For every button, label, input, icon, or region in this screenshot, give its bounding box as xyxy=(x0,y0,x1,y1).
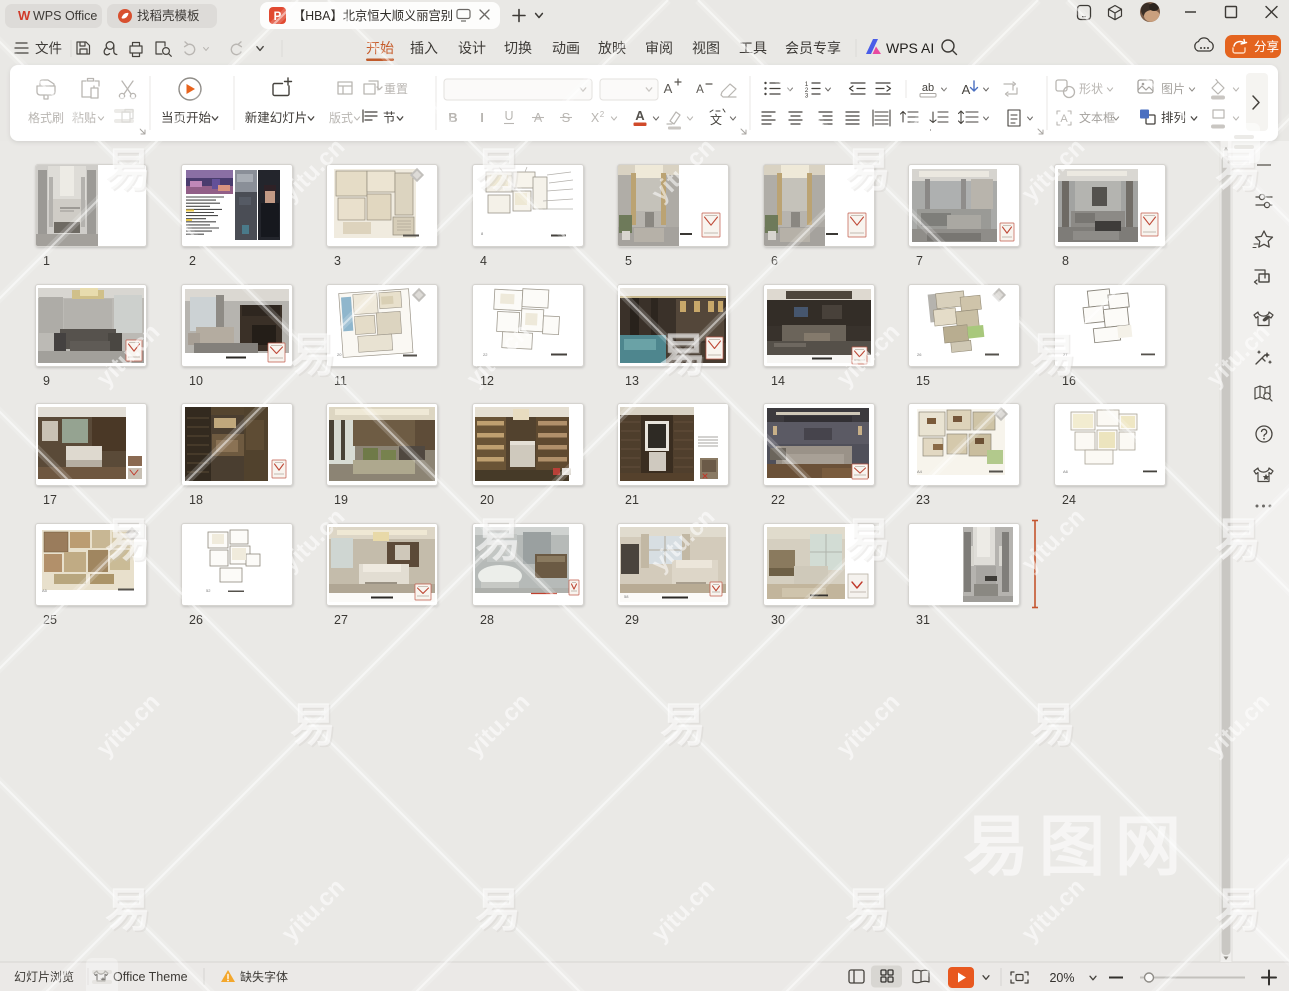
svg-text:A: A xyxy=(696,84,704,96)
svg-text:易: 易 xyxy=(290,329,336,381)
svg-text:设计: 设计 xyxy=(458,40,486,56)
svg-text:28: 28 xyxy=(480,613,494,627)
svg-text:WPS Office: WPS Office xyxy=(33,9,97,23)
svg-text:52: 52 xyxy=(206,588,211,593)
svg-text:58: 58 xyxy=(624,594,629,599)
svg-text:找稻壳模板: 找稻壳模板 xyxy=(137,9,200,23)
svg-text:8: 8 xyxy=(1062,254,1069,268)
svg-text:20%: 20% xyxy=(1049,971,1074,985)
svg-text:A5: A5 xyxy=(42,588,48,593)
svg-text:缺失字体: 缺失字体 xyxy=(240,969,288,984)
svg-text:5: 5 xyxy=(625,254,632,268)
svg-text:20: 20 xyxy=(337,352,342,357)
svg-text:26: 26 xyxy=(917,352,922,357)
svg-text:易: 易 xyxy=(475,884,521,936)
svg-text:【HBA】北京恒大顺义丽宫别: 【HBA】北京恒大顺义丽宫别 xyxy=(293,8,453,23)
svg-text:易: 易 xyxy=(105,514,151,566)
svg-text:A: A xyxy=(1060,113,1068,125)
svg-text:X: X xyxy=(591,111,600,125)
svg-text:易: 易 xyxy=(845,884,891,936)
svg-text:A: A xyxy=(664,81,673,96)
svg-text:13: 13 xyxy=(625,374,639,388)
svg-text:7: 7 xyxy=(916,254,923,268)
svg-text:版式: 版式 xyxy=(329,111,353,125)
svg-text:9: 9 xyxy=(43,374,50,388)
svg-text:W: W xyxy=(18,8,31,23)
svg-text:WPS AI: WPS AI xyxy=(886,40,934,56)
svg-text:14: 14 xyxy=(771,374,785,388)
svg-text:2: 2 xyxy=(189,254,196,268)
svg-text:3: 3 xyxy=(334,254,341,268)
svg-text:插入: 插入 xyxy=(410,40,438,56)
svg-text:A4: A4 xyxy=(917,469,923,474)
svg-text:4: 4 xyxy=(480,254,487,268)
svg-text:U: U xyxy=(504,109,513,123)
svg-text:易: 易 xyxy=(105,144,151,196)
svg-text:易: 易 xyxy=(845,144,891,196)
svg-text:新建幻灯片: 新建幻灯片 xyxy=(245,110,308,125)
svg-text:A: A xyxy=(962,82,971,97)
svg-text:分享: 分享 xyxy=(1254,39,1279,54)
svg-text:格式刷: 格式刷 xyxy=(28,110,64,125)
svg-text:易: 易 xyxy=(660,329,706,381)
svg-text:易: 易 xyxy=(1215,514,1261,566)
svg-text:21: 21 xyxy=(625,493,639,507)
svg-text:3: 3 xyxy=(805,93,809,100)
svg-text:29: 29 xyxy=(625,613,639,627)
svg-text:易: 易 xyxy=(845,514,891,566)
svg-text:易: 易 xyxy=(1030,699,1076,751)
svg-text:15: 15 xyxy=(916,374,930,388)
svg-text:易: 易 xyxy=(105,884,151,936)
svg-text:Office Theme: Office Theme xyxy=(113,970,188,984)
svg-text:17: 17 xyxy=(43,493,57,507)
svg-text:31: 31 xyxy=(916,613,930,627)
svg-text:I: I xyxy=(480,110,484,125)
svg-text:易: 易 xyxy=(475,144,521,196)
svg-text:10: 10 xyxy=(189,374,203,388)
svg-text:重置: 重置 xyxy=(384,82,408,96)
svg-text:20: 20 xyxy=(480,493,494,507)
svg-text:27: 27 xyxy=(334,613,348,627)
svg-text:易: 易 xyxy=(475,514,521,566)
svg-text:文本框: 文本框 xyxy=(1079,110,1115,125)
svg-text:文: 文 xyxy=(710,112,722,127)
svg-text:文件: 文件 xyxy=(35,41,62,56)
svg-text:易: 易 xyxy=(660,699,706,751)
svg-text:动画: 动画 xyxy=(552,40,580,56)
svg-text:审阅: 审阅 xyxy=(645,40,673,56)
svg-text:易图网: 易图网 xyxy=(963,809,1191,883)
svg-text:视图: 视图 xyxy=(692,40,720,56)
svg-text:2: 2 xyxy=(600,110,605,119)
svg-text:易: 易 xyxy=(1030,329,1076,381)
svg-text:22: 22 xyxy=(771,493,785,507)
svg-text:ab: ab xyxy=(922,82,934,94)
svg-text:18: 18 xyxy=(189,493,203,507)
svg-text:19: 19 xyxy=(334,493,348,507)
svg-text:会员专享: 会员专享 xyxy=(785,40,841,56)
svg-text:A: A xyxy=(635,108,645,123)
svg-text:切换: 切换 xyxy=(504,40,532,56)
svg-text:A6: A6 xyxy=(1063,469,1069,474)
svg-text:形状: 形状 xyxy=(1079,82,1103,96)
svg-text:节: 节 xyxy=(383,111,396,125)
svg-text:易: 易 xyxy=(1215,884,1261,936)
svg-text:易: 易 xyxy=(290,699,336,751)
